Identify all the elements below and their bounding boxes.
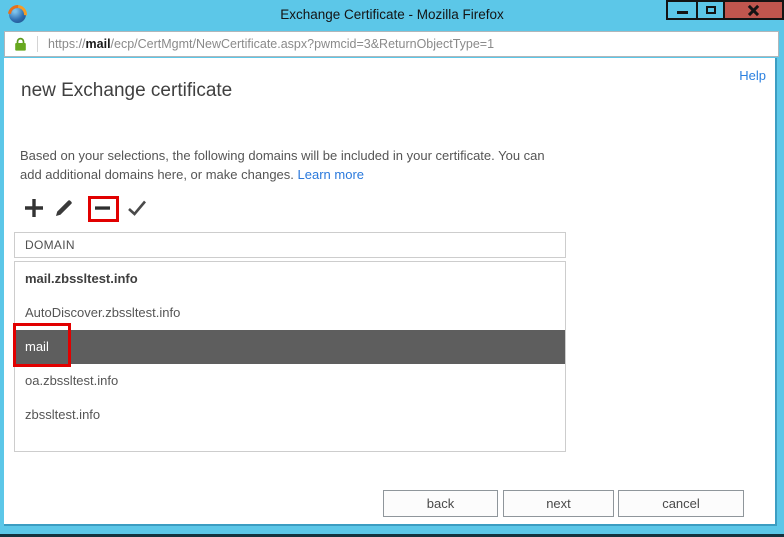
title-bar: Exchange Certificate - Mozilla Firefox bbox=[0, 0, 784, 30]
list-item-mail-selected[interactable]: mail bbox=[15, 330, 565, 364]
minimize-icon bbox=[677, 11, 688, 14]
set-default-button[interactable] bbox=[126, 197, 148, 219]
table-column-header: DOMAIN bbox=[14, 232, 566, 258]
minus-icon bbox=[92, 197, 114, 219]
firefox-window: Exchange Certificate - Mozilla Firefox h… bbox=[0, 0, 784, 537]
page-content: Help new Exchange certificate Based on y… bbox=[4, 58, 777, 526]
description-text: Based on your selections, the following … bbox=[20, 146, 545, 184]
add-domain-button[interactable] bbox=[23, 197, 45, 219]
url-bar[interactable]: https://mail/ecp/CertMgmt/NewCertificate… bbox=[4, 31, 779, 57]
maximize-button[interactable] bbox=[696, 0, 725, 20]
url-path: /ecp/CertMgmt/NewCertificate.aspx?pwmcid… bbox=[111, 37, 495, 51]
minimize-button[interactable] bbox=[666, 0, 698, 20]
list-item-oa[interactable]: oa.zbssltest.info bbox=[15, 364, 565, 398]
plus-icon bbox=[23, 197, 45, 219]
url-separator bbox=[37, 36, 38, 52]
pencil-icon bbox=[53, 197, 75, 219]
close-button[interactable] bbox=[723, 0, 784, 20]
lock-icon[interactable] bbox=[14, 37, 27, 52]
list-item-autodiscover[interactable]: AutoDiscover.zbssltest.info bbox=[15, 296, 565, 330]
next-button[interactable]: next bbox=[503, 490, 614, 517]
maximize-icon bbox=[706, 6, 716, 14]
url-host: mail bbox=[86, 37, 111, 51]
help-link[interactable]: Help bbox=[739, 68, 766, 83]
close-icon bbox=[747, 4, 760, 17]
url-text[interactable]: https://mail/ecp/CertMgmt/NewCertificate… bbox=[48, 37, 494, 51]
description-line1: Based on your selections, the following … bbox=[20, 148, 545, 163]
list-item-mail-zbssltest[interactable]: mail.zbssltest.info bbox=[15, 262, 565, 296]
remove-domain-button[interactable] bbox=[92, 197, 114, 219]
back-button[interactable]: back bbox=[383, 490, 498, 517]
list-item-zbssltest[interactable]: zbssltest.info bbox=[15, 398, 565, 432]
edit-domain-button[interactable] bbox=[53, 197, 75, 219]
page-title: new Exchange certificate bbox=[21, 80, 232, 102]
check-icon bbox=[126, 197, 148, 219]
description-line2: add additional domains here, or make cha… bbox=[20, 167, 294, 182]
window-controls bbox=[668, 0, 784, 20]
learn-more-link[interactable]: Learn more bbox=[298, 167, 364, 182]
cancel-button[interactable]: cancel bbox=[618, 490, 744, 517]
url-prefix: https:// bbox=[48, 37, 86, 51]
domain-list: mail.zbssltest.info AutoDiscover.zbsslte… bbox=[14, 261, 566, 452]
